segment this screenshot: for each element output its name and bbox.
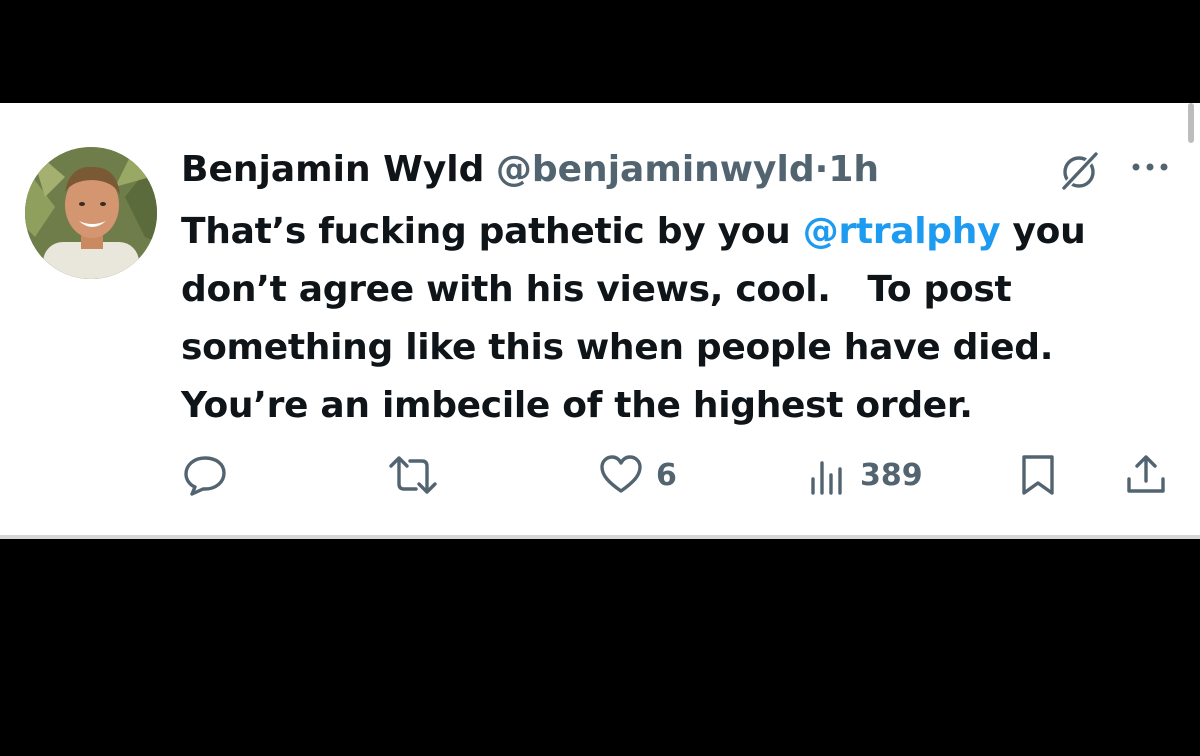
grok-icon[interactable] xyxy=(1055,145,1105,195)
reply-icon xyxy=(184,456,226,496)
avatar[interactable] xyxy=(25,147,157,279)
retweet-icon xyxy=(389,456,437,494)
like-button[interactable]: 6 xyxy=(598,453,677,497)
bookmark-button[interactable] xyxy=(1016,453,1060,497)
heart-icon xyxy=(600,455,642,493)
tweet-line: You’re an imbecile of the highest order. xyxy=(181,385,973,426)
tweet-line: don’t agree with his views, cool. To pos… xyxy=(181,269,1012,310)
tweet-header: Benjamin Wyld @benjaminwyld·1h xyxy=(181,145,879,195)
mention-link[interactable]: @rtralphy xyxy=(803,211,1001,252)
separator-dot: · xyxy=(814,149,829,190)
more-options-icon[interactable] xyxy=(1126,159,1174,175)
like-count: 6 xyxy=(656,457,677,493)
views-button[interactable]: 389 xyxy=(808,453,923,497)
tweet-card[interactable]: Benjamin Wyld @benjaminwyld·1h That’s fu… xyxy=(0,103,1200,539)
author-handle[interactable]: @benjaminwyld xyxy=(496,149,815,190)
tweet-line: That’s fucking pathetic by you @rtralphy… xyxy=(181,203,1171,261)
share-icon xyxy=(1127,455,1165,493)
views-icon xyxy=(811,461,842,495)
bookmark-icon xyxy=(1022,455,1054,495)
tweet-text: That’s fucking pathetic by you @rtralphy… xyxy=(181,203,1171,435)
share-button[interactable] xyxy=(1124,453,1168,497)
view-count: 389 xyxy=(860,457,923,493)
reply-button[interactable] xyxy=(181,453,229,497)
timestamp[interactable]: 1h xyxy=(828,149,879,190)
author-name[interactable]: Benjamin Wyld xyxy=(181,149,484,190)
tweet-text-segment: you xyxy=(1000,211,1086,252)
tweet-line: something like this when people have die… xyxy=(181,327,1054,368)
retweet-button[interactable] xyxy=(386,453,440,497)
tweet-text-segment: That’s fucking pathetic by you xyxy=(181,211,803,252)
scrollbar[interactable] xyxy=(1188,103,1194,143)
